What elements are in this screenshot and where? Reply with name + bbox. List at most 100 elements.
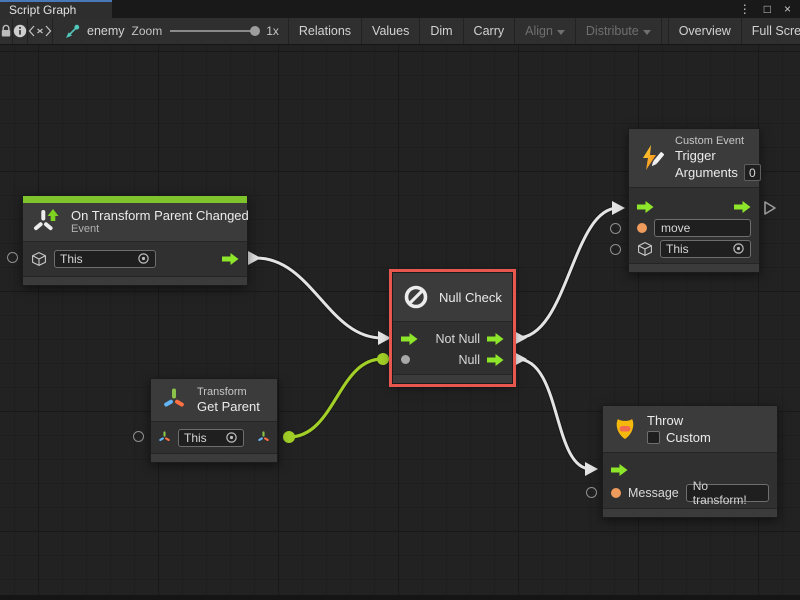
wire-start-dot [283, 431, 295, 443]
message-value: No transform! [693, 479, 762, 507]
info-button[interactable] [13, 18, 28, 44]
tab-bar: Script Graph ⋮ □ × [0, 0, 800, 18]
distribute-button[interactable]: Distribute [576, 18, 662, 44]
flow-output-port[interactable] [734, 201, 751, 213]
transform-output-port[interactable] [256, 430, 271, 445]
graph-info-segment: enemy Zoom 1x [53, 18, 289, 44]
window-maximize-icon[interactable]: □ [764, 3, 771, 15]
target-value: This [60, 252, 83, 266]
fullscreen-button[interactable]: Full Screen [742, 18, 800, 44]
object-picker-icon[interactable] [137, 252, 150, 265]
event-name-field[interactable]: move [654, 219, 751, 237]
event-name-value: move [661, 221, 690, 235]
wire-end-arrow [585, 462, 598, 476]
dim-button[interactable]: Dim [420, 18, 463, 44]
arguments-label: Arguments [675, 165, 738, 180]
value-input-port[interactable] [586, 487, 597, 498]
node-trigger-custom-event[interactable]: Custom Event Trigger Arguments 0 [628, 128, 760, 273]
wire-end-arrow [612, 201, 625, 215]
fullscreen-label: Full Screen [752, 24, 800, 38]
string-input-port[interactable] [637, 223, 647, 233]
value-input-port[interactable] [7, 252, 18, 263]
values-label: Values [372, 24, 409, 38]
node-footer [23, 276, 247, 285]
wire-start-arrow [514, 331, 527, 345]
window-controls: ⋮ □ × [739, 0, 800, 18]
arguments-count-field[interactable]: 0 [744, 164, 761, 181]
event-accent-bar [23, 196, 247, 203]
flow-output-port[interactable] [487, 354, 504, 366]
string-input-port[interactable] [611, 488, 621, 498]
flow-output-port[interactable] [222, 253, 239, 265]
flow-output-port[interactable] [487, 333, 504, 345]
zoom-slider-handle[interactable] [250, 26, 260, 36]
chevron-down-icon [557, 30, 565, 35]
graph-toolbar: enemy Zoom 1x Relations Values Dim Carry… [0, 18, 800, 45]
code-preview-button[interactable] [28, 18, 53, 44]
zoom-value: 1x [266, 24, 279, 38]
relations-button[interactable]: Relations [289, 18, 362, 44]
node-category: Custom Event [675, 135, 761, 148]
values-button[interactable]: Values [362, 18, 420, 44]
tab-script-graph[interactable]: Script Graph [0, 0, 112, 18]
align-button[interactable]: Align [515, 18, 576, 44]
node-title: Throw [647, 413, 711, 428]
flow-input-port[interactable] [611, 464, 628, 476]
custom-label: Custom [666, 430, 711, 445]
distribute-label: Distribute [586, 24, 639, 38]
message-label: Message [628, 486, 679, 500]
zoom-label: Zoom [132, 24, 163, 38]
lock-button[interactable] [0, 18, 13, 44]
value-input-port[interactable] [401, 355, 410, 364]
overview-button[interactable]: Overview [668, 18, 742, 44]
dim-label: Dim [430, 24, 452, 38]
node-get-parent[interactable]: Transform Get Parent This [150, 378, 278, 463]
flow-input-port[interactable] [401, 333, 418, 345]
null-label: Null [458, 353, 480, 367]
flow-input-port[interactable] [637, 201, 654, 213]
flow-output-port[interactable] [763, 200, 777, 221]
node-null-check[interactable]: Null Check Not Null Null [392, 272, 513, 384]
window-menu-icon[interactable]: ⋮ [739, 3, 751, 15]
node-footer [629, 263, 759, 272]
transform-changed-event-icon [32, 207, 62, 237]
zoom-slider[interactable] [170, 24, 258, 38]
getparent-target-dropdown[interactable]: This [178, 429, 244, 447]
graph-canvas[interactable]: On Transform Parent Changed Event This [0, 45, 800, 600]
value-input-port[interactable] [610, 244, 621, 255]
target-value: This [184, 431, 207, 445]
window-close-icon[interactable]: × [784, 3, 791, 15]
wire-start-arrow [248, 251, 261, 265]
transform-icon[interactable] [157, 430, 172, 445]
node-on-transform-parent-changed[interactable]: On Transform Parent Changed Event This [22, 195, 248, 286]
wire-getparent-to-nullcheck[interactable] [289, 359, 382, 437]
target-value: This [666, 242, 689, 256]
object-picker-icon[interactable] [225, 431, 238, 444]
value-input-port[interactable] [133, 431, 144, 442]
node-category: Transform [197, 386, 260, 399]
node-title: Null Check [439, 290, 502, 305]
overview-label: Overview [679, 24, 731, 38]
wire-null-to-throw[interactable] [517, 359, 591, 469]
node-throw[interactable]: Throw Custom Message No transform! [602, 405, 778, 518]
carry-button[interactable]: Carry [464, 18, 516, 44]
custom-checkbox[interactable] [647, 431, 660, 444]
wire-notnull-to-trigger[interactable] [517, 208, 618, 338]
window-bottom-edge [0, 595, 800, 600]
object-picker-icon[interactable] [732, 242, 745, 255]
node-footer [393, 374, 512, 383]
trigger-target-dropdown[interactable]: This [660, 240, 751, 258]
node-title: Get Parent [197, 399, 260, 414]
wire-event-to-nullcheck[interactable] [256, 258, 382, 338]
message-field[interactable]: No transform! [686, 484, 769, 502]
relations-label: Relations [299, 24, 351, 38]
custom-event-icon [638, 144, 666, 172]
lock-icon [0, 24, 12, 38]
zoom-slider-track[interactable] [170, 30, 258, 32]
node-title: Trigger [675, 148, 761, 163]
node-footer [603, 508, 777, 517]
value-input-port[interactable] [610, 223, 621, 234]
event-target-dropdown[interactable]: This [54, 250, 156, 268]
node-title: On Transform Parent Changed [71, 208, 249, 223]
info-icon [13, 24, 27, 38]
